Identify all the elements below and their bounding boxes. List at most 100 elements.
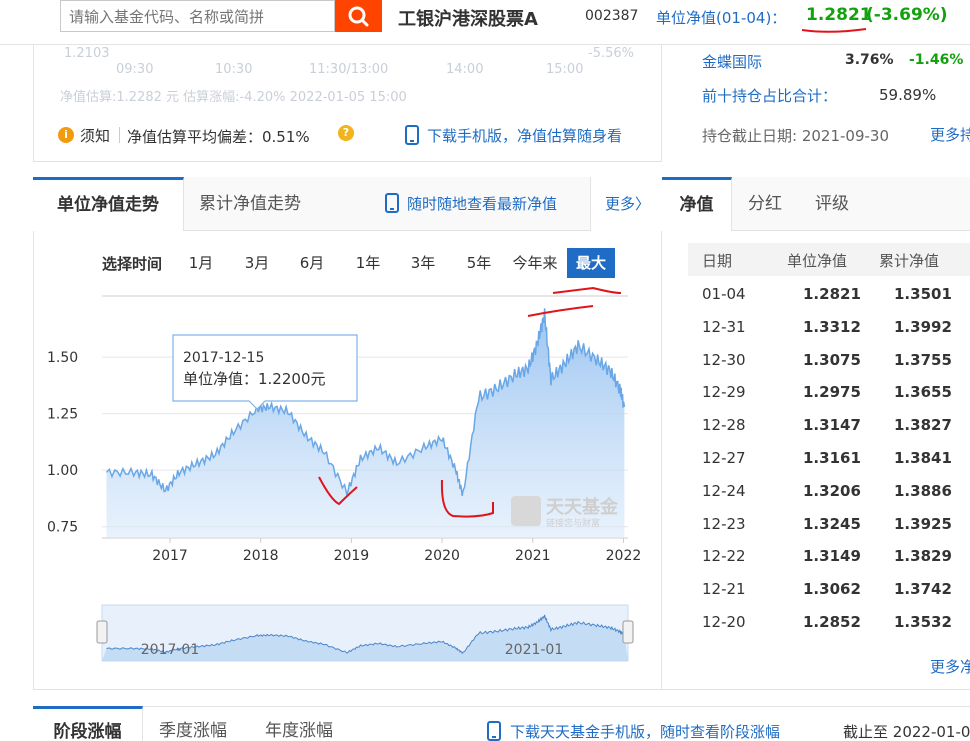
tooltip-date: 2017-12-15 [183, 350, 264, 366]
navigator-label-2021: 2021-01 [505, 642, 564, 658]
cell-date: 12-29 [702, 383, 746, 402]
tab-year-return[interactable]: 年度涨幅 [265, 706, 333, 741]
deviation-text: 净值估算平均偏差：0.51% [127, 128, 310, 146]
annotation-peak-line-2 [527, 305, 594, 317]
tab-stage-return[interactable]: 阶段涨幅 [33, 706, 143, 741]
faded-estimate-pct: -5.56% [588, 46, 634, 61]
cell-cum-nav: 1.3755 [894, 350, 952, 369]
faded-time-4: 15:00 [546, 62, 584, 77]
cell-unit-nav: 1.3206 [803, 481, 861, 500]
faded-time-1: 10:30 [215, 62, 253, 77]
chart-mobile-link[interactable]: 随时随地查看最新净值 [407, 193, 557, 214]
cell-unit-nav: 1.3161 [803, 449, 861, 467]
cell-unit-nav: 1.3312 [803, 317, 861, 336]
annotation-underline-top [801, 28, 867, 33]
tab-unit-nav-trend[interactable]: 单位净值走势 [33, 177, 184, 231]
annotation-peak-line [552, 286, 622, 294]
search-input[interactable] [69, 7, 329, 27]
cell-unit-nav: 1.2975 [803, 383, 861, 402]
download-app-link[interactable]: 下载手机版，净值估算随身看 [427, 125, 622, 146]
chart-more-link[interactable]: 更多〉 [590, 177, 662, 231]
range-max[interactable]: 最大 [567, 248, 615, 278]
cell-date: 12-22 [702, 547, 746, 566]
range-5y[interactable]: 5年 [458, 248, 500, 278]
x-tick-label: 2022 [606, 548, 642, 564]
nav-change: (-3.69%) [866, 5, 948, 25]
x-tick-label: 2019 [334, 548, 370, 564]
top10-value: 59.89% [879, 86, 937, 104]
info-icon: i [58, 127, 74, 143]
cell-cum-nav: 1.3742 [894, 580, 952, 599]
y-tick-label: 1.50 [47, 350, 78, 366]
cell-unit-nav: 1.3062 [803, 580, 861, 599]
x-tick-label: 2020 [424, 548, 460, 564]
phone-icon [405, 125, 419, 145]
tab-nav[interactable]: 净值 [662, 177, 732, 231]
cell-unit-nav: 1.2821 [803, 285, 861, 303]
cell-date: 12-30 [702, 350, 746, 369]
cell-unit-nav: 1.3075 [803, 350, 861, 369]
range-ytd[interactable]: 今年来 [507, 248, 563, 278]
notice-link[interactable]: 须知 [80, 125, 110, 146]
cell-cum-nav: 1.3532 [894, 613, 952, 631]
x-tick-label: 2017 [152, 548, 188, 564]
cell-unit-nav: 1.3245 [803, 514, 861, 533]
holdings-asof: 持仓截止日期: 2021-09-30 [702, 127, 889, 145]
range-label: 选择时间 [102, 255, 163, 273]
y-tick-label: 1.25 [47, 407, 78, 423]
cell-date: 12-31 [702, 317, 746, 336]
question-icon[interactable]: ? [338, 125, 354, 141]
col-date: 日期 [702, 252, 733, 270]
cell-date: 12-20 [702, 613, 746, 631]
faded-time-2: 11:30/13:00 [309, 62, 389, 77]
watermark-logo [511, 496, 541, 526]
cell-cum-nav: 1.3992 [894, 317, 952, 336]
cell-date: 12-27 [702, 449, 746, 467]
navigator-handle-left[interactable] [96, 620, 108, 644]
faded-estimate-line: 净值估算:1.2282 元 估算涨幅:-4.20% 2022-01-05 15:… [60, 90, 407, 105]
search-box[interactable] [60, 0, 335, 32]
nav-chart[interactable]: 1.50 1.25 1.00 0.75 2017 2018 2019 2020 2021 2022… [33, 280, 662, 670]
cell-cum-nav: 1.3841 [894, 449, 952, 467]
holdings-more-link[interactable]: 更多持 [930, 124, 970, 145]
range-1y[interactable]: 1年 [347, 248, 389, 278]
search-icon [348, 6, 369, 27]
divider [119, 127, 120, 143]
range-1m[interactable]: 1月 [180, 248, 222, 278]
tab-cumulative-nav-trend[interactable]: 累计净值走势 [199, 177, 319, 231]
cell-date: 12-23 [702, 514, 746, 533]
y-tick-label: 1.00 [47, 463, 78, 479]
holding-change: -1.46% [909, 52, 964, 68]
cell-unit-nav: 1.3147 [803, 416, 861, 435]
col-unit-nav: 单位净值 [787, 252, 848, 270]
x-tick-label: 2021 [515, 548, 551, 564]
cell-date: 12-21 [702, 580, 746, 599]
nav-value: 1.2821 [806, 5, 872, 25]
holding-name[interactable]: 金蝶国际 [702, 51, 762, 72]
cell-cum-nav: 1.3827 [894, 416, 952, 435]
stage-asof: 截止至 2022-01-0 [843, 723, 970, 741]
fund-code: 002387 [585, 8, 639, 24]
range-3m[interactable]: 3月 [236, 248, 278, 278]
x-tick-label: 2018 [243, 548, 279, 564]
range-6m[interactable]: 6月 [291, 248, 333, 278]
nav-label: 单位净值(01-04)： [656, 9, 787, 27]
search-button[interactable] [335, 0, 382, 32]
range-3y[interactable]: 3年 [402, 248, 444, 278]
phone-icon [487, 721, 501, 741]
stage-download-link[interactable]: 下载天天基金手机版，随时查看阶段涨幅 [510, 721, 780, 741]
tab-dividend[interactable]: 分红 [748, 177, 782, 231]
cell-date: 12-28 [702, 416, 746, 435]
navigator-handle-right[interactable] [622, 620, 634, 644]
cell-cum-nav: 1.3501 [894, 285, 952, 303]
cell-unit-nav: 1.2852 [803, 613, 861, 631]
nav-more-link[interactable]: 更多净 [930, 656, 970, 677]
tab-rating[interactable]: 评级 [815, 177, 849, 231]
phone-icon [385, 193, 399, 213]
tooltip-value: 单位净值：1.2200元 [183, 370, 326, 388]
watermark-text: 天天基金 [546, 496, 619, 518]
cell-cum-nav: 1.3886 [894, 481, 952, 500]
tab-quarter-return[interactable]: 季度涨幅 [159, 706, 227, 741]
faded-time-0: 09:30 [116, 62, 154, 77]
faded-time-3: 14:00 [446, 62, 484, 77]
